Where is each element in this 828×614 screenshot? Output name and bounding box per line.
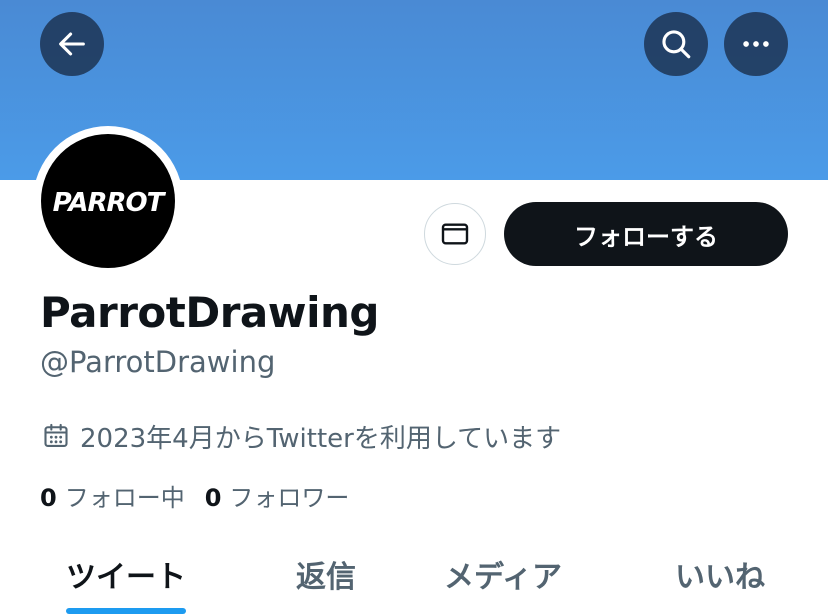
- profile-tabs: ツイート 返信 メディア いいね: [0, 540, 828, 614]
- followers-label: フォロワー: [229, 483, 350, 512]
- user-handle: @ParrotDrawing: [40, 345, 276, 379]
- followers-count: 0: [204, 483, 222, 512]
- follow-button[interactable]: フォローする: [504, 202, 788, 266]
- search-icon: [662, 30, 691, 59]
- following-count: 0: [40, 483, 57, 512]
- search-button[interactable]: [644, 12, 708, 76]
- back-button[interactable]: [40, 12, 104, 76]
- followers-stat[interactable]: 0 フォロワー: [205, 478, 350, 513]
- tab-replies[interactable]: 返信: [250, 540, 402, 614]
- tab-likes[interactable]: いいね: [640, 540, 800, 614]
- mail-icon: [441, 223, 469, 245]
- avatar-image: PARROT: [41, 134, 175, 268]
- display-name: ParrotDrawing: [40, 288, 379, 337]
- avatar[interactable]: PARROT: [33, 126, 183, 276]
- joined-date: 2023年4月からTwitterを利用しています: [42, 418, 561, 454]
- arrow-left-icon: [59, 32, 85, 56]
- tab-tweets[interactable]: ツイート: [40, 540, 212, 614]
- following-stat[interactable]: 0 フォロー中: [40, 478, 185, 513]
- tab-media[interactable]: メディア: [430, 540, 576, 614]
- message-button[interactable]: [424, 203, 486, 265]
- more-horizontal-icon: [743, 41, 769, 47]
- more-button[interactable]: [724, 12, 788, 76]
- calendar-icon: [44, 423, 68, 447]
- svg-text:PARROT: PARROT: [53, 188, 167, 218]
- joined-text: 2023年4月からTwitterを利用しています: [80, 423, 562, 454]
- parrot-logo: PARROT: [53, 188, 168, 218]
- active-tab-indicator: [66, 608, 186, 614]
- following-label: フォロー中: [64, 483, 185, 512]
- follow-stats: 0 フォロー中 0 フォロワー: [40, 477, 349, 513]
